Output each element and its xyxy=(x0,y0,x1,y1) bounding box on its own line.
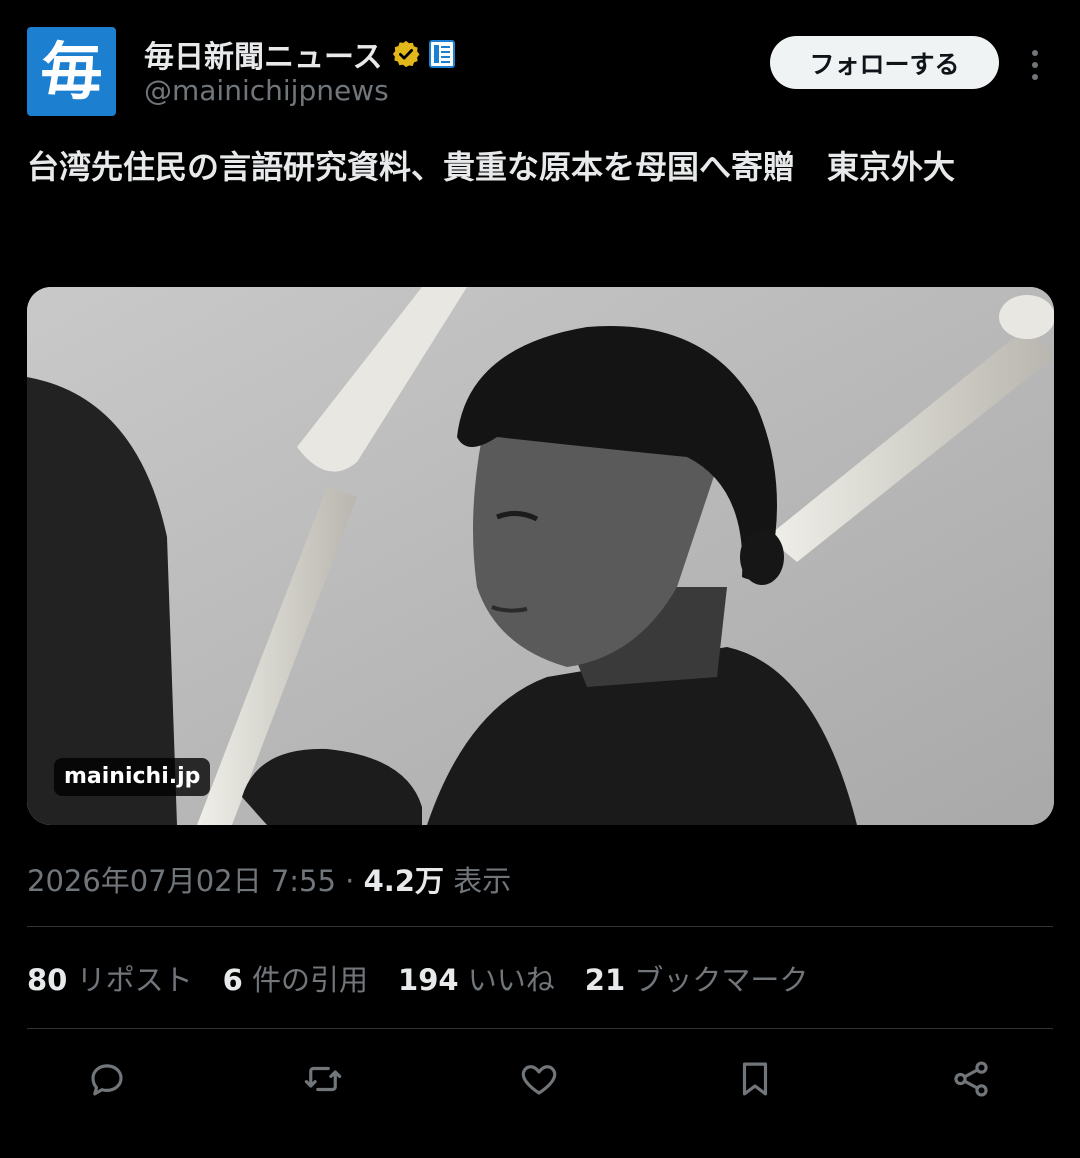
verified-check-icon xyxy=(391,39,421,69)
reposts-stat[interactable]: 80 リポスト xyxy=(27,957,193,999)
views-count: 4.2万 xyxy=(363,864,444,898)
reply-icon[interactable] xyxy=(84,1056,130,1102)
avatar[interactable]: 毎 xyxy=(27,27,116,116)
divider-top xyxy=(27,926,1053,927)
bookmarks-stat[interactable]: 21 ブックマーク xyxy=(585,957,809,999)
views-label: 表示 xyxy=(453,864,512,898)
follow-button[interactable]: フォローする xyxy=(770,36,999,89)
tweet-text: 台湾先住民の言語研究資料、貴重な原本を母国へ寄贈 東京外大 xyxy=(27,148,956,186)
like-icon[interactable] xyxy=(516,1056,562,1102)
likes-stat[interactable]: 194 いいね xyxy=(398,957,555,999)
more-options-icon[interactable] xyxy=(1020,46,1050,82)
engagement-stats: 80 リポスト 6 件の引用 194 いいね 21 ブックマーク xyxy=(27,957,838,999)
meta-separator: · xyxy=(345,864,355,898)
tweet-meta: 2026年07月02日 7:55 · 4.2万 表示 xyxy=(27,858,511,900)
avatar-glyph: 毎 xyxy=(40,34,103,108)
timestamp[interactable]: 2026年07月02日 7:55 xyxy=(27,864,336,898)
newspaper-badge-icon xyxy=(428,40,455,68)
photo-illustration xyxy=(27,287,1054,825)
divider-bottom xyxy=(27,1028,1053,1029)
share-icon[interactable] xyxy=(948,1056,994,1102)
bookmark-icon[interactable] xyxy=(732,1056,778,1102)
media-image[interactable]: mainichi.jp xyxy=(27,287,1054,825)
quotes-stat[interactable]: 6 件の引用 xyxy=(223,957,368,999)
author-name[interactable]: 毎日新聞ニュース xyxy=(144,32,383,76)
author-name-row: 毎日新聞ニュース xyxy=(144,32,455,76)
repost-icon[interactable] xyxy=(300,1056,346,1102)
media-source-label: mainichi.jp xyxy=(54,758,211,796)
author-handle[interactable]: @mainichijpnews xyxy=(144,74,389,107)
